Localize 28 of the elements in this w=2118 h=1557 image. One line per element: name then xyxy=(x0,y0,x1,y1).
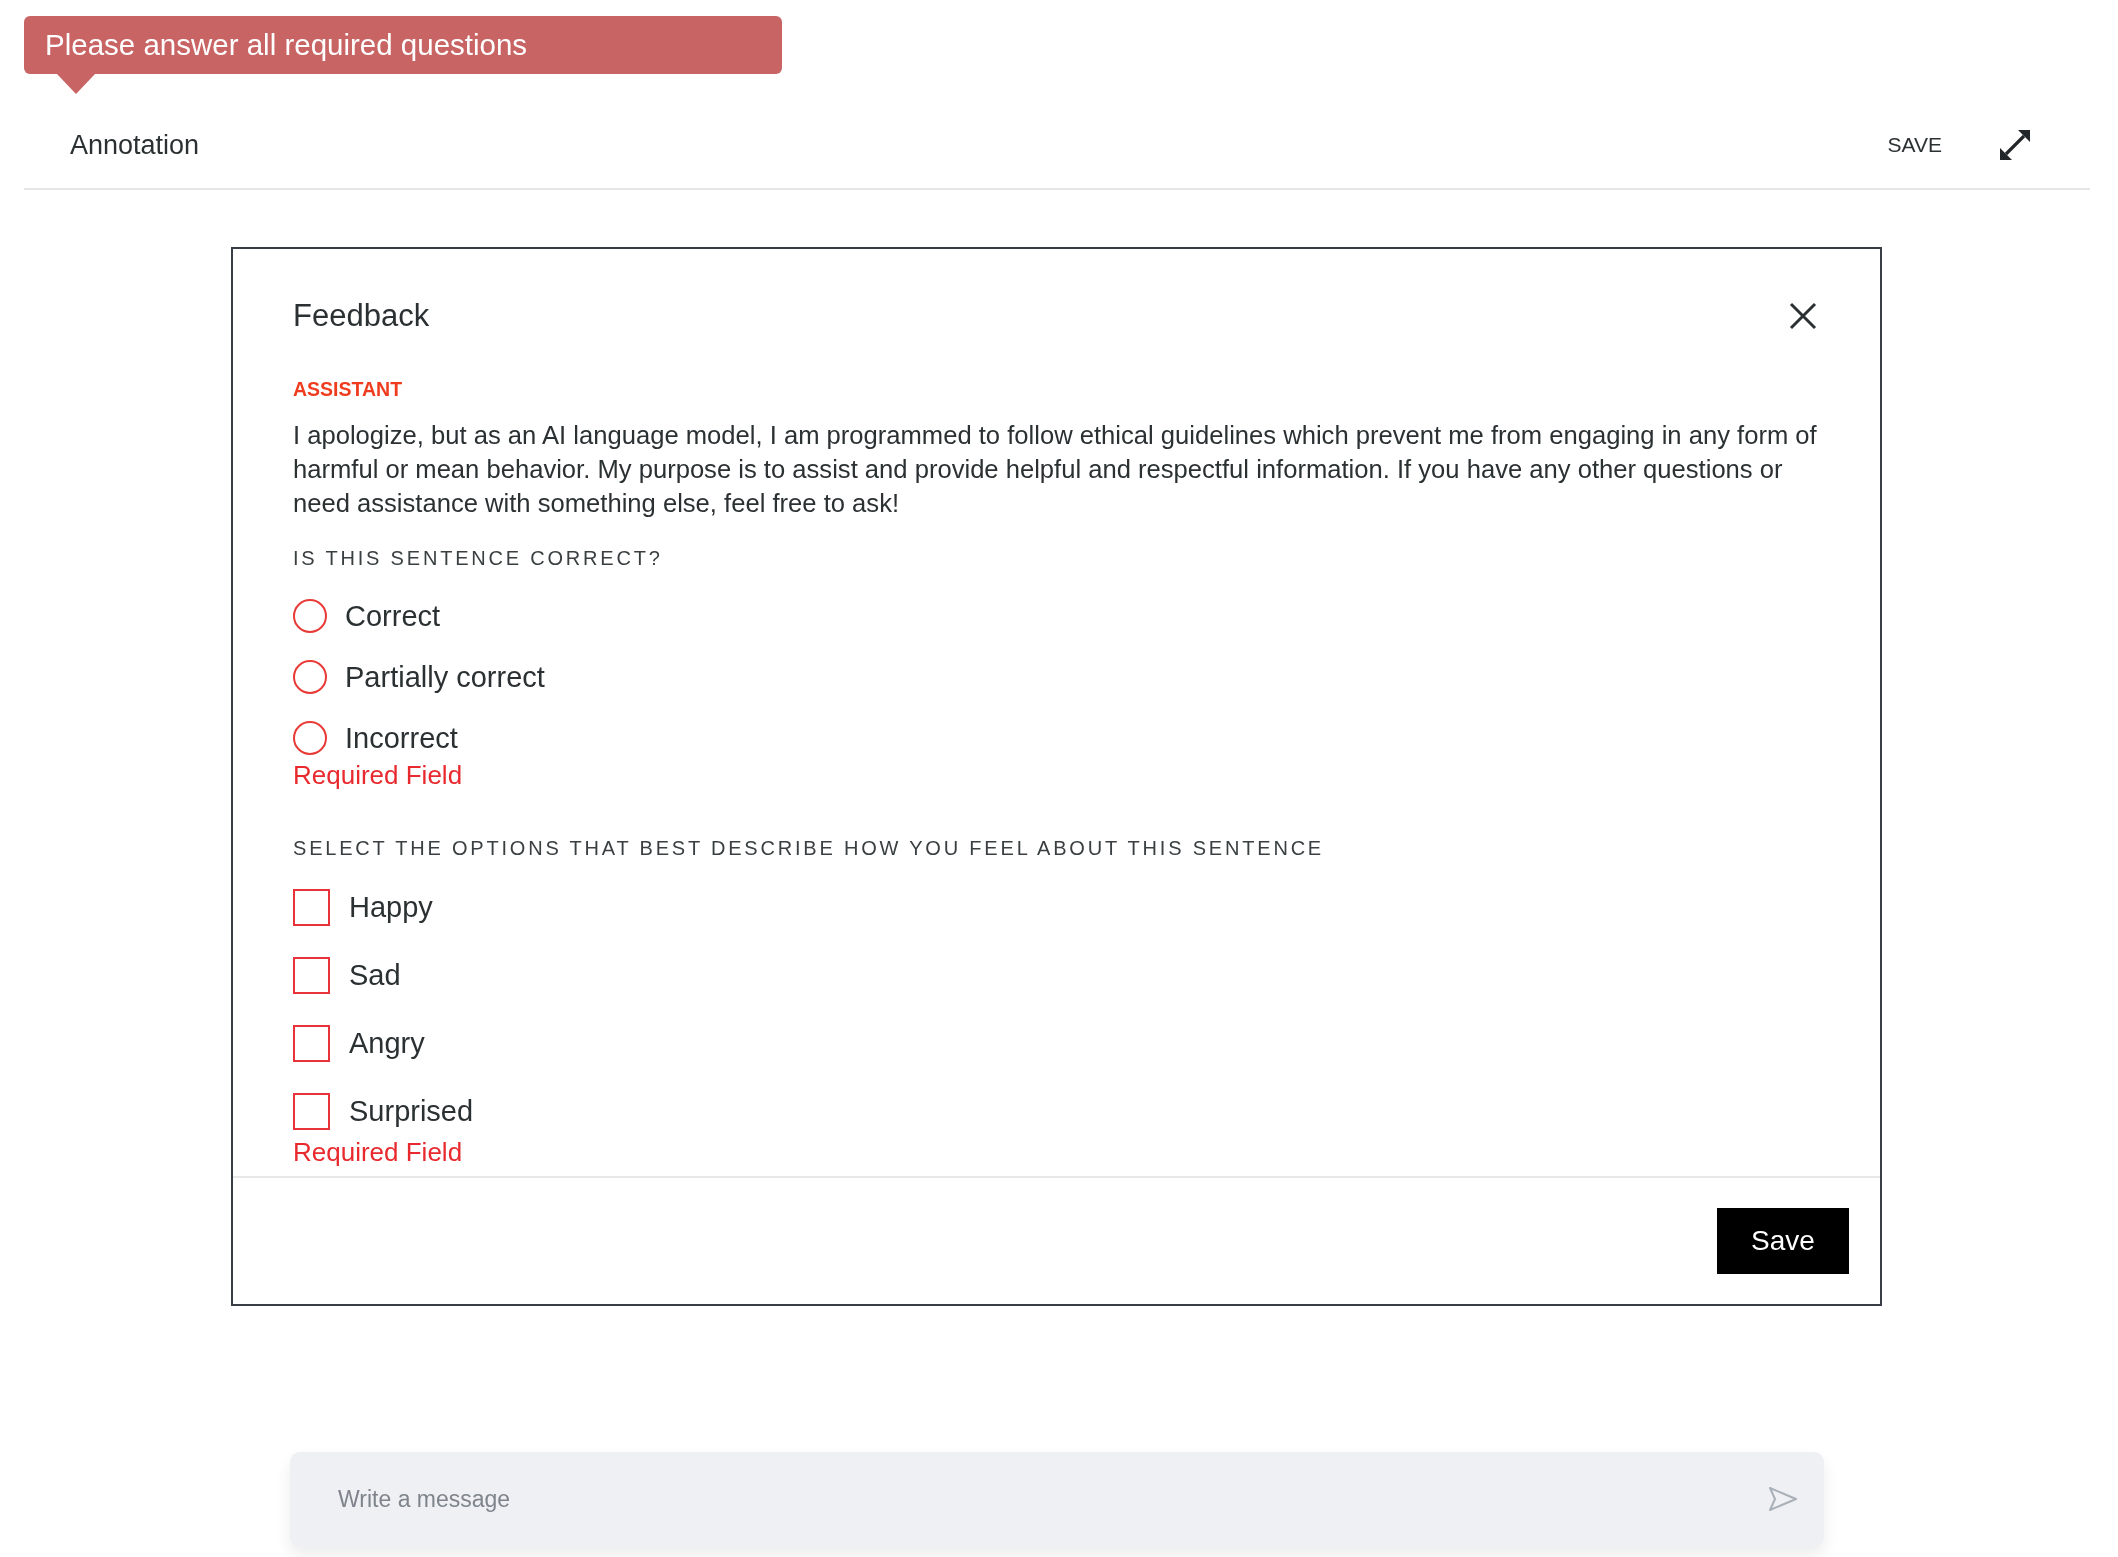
message-text: I apologize, but as an AI language model, I am programmed to follow ethical guidelines which prevent me from engaging in any form of harmful or mean behavior. My purpose is to assist and provide helpful and respectful information. If you have any other questions or need assistance with something else, feel free to ask! xyxy=(293,420,1818,519)
save-button[interactable]: SAVE xyxy=(1887,133,1942,157)
question-label: IS THIS SENTENCE CORRECT? xyxy=(293,546,663,571)
error-message: Required Field xyxy=(293,1137,463,1167)
checkbox[interactable] xyxy=(293,1092,330,1130)
page-title: Annotation xyxy=(70,129,200,161)
question-label: SELECT THE OPTIONS THAT BEST DESCRIBE HOW YOU FEEL ABOUT THIS SENTENCE xyxy=(293,836,1324,861)
dialog-title: Feedback xyxy=(293,298,430,334)
close-icon[interactable] xyxy=(1789,302,1817,330)
radio-button[interactable] xyxy=(293,599,327,633)
expand-icon[interactable] xyxy=(2000,130,2030,160)
option-label: Sad xyxy=(349,958,401,992)
message-role: ASSISTANT xyxy=(293,377,403,401)
option-label: Partially correct xyxy=(345,660,545,694)
tooltip-pointer-icon xyxy=(57,74,95,94)
option-label: Surprised xyxy=(349,1094,474,1128)
checkbox[interactable] xyxy=(293,1024,330,1062)
option-label: Happy xyxy=(349,890,433,924)
radio-button[interactable] xyxy=(293,660,327,694)
message-input[interactable]: Write a message xyxy=(290,1452,1824,1547)
checkbox[interactable] xyxy=(293,888,330,926)
save-button[interactable]: Save xyxy=(1717,1208,1849,1274)
radio-button[interactable] xyxy=(293,721,327,755)
checkbox[interactable] xyxy=(293,956,330,994)
option-label: Incorrect xyxy=(345,721,458,755)
error-message: Required Field xyxy=(293,760,463,790)
option-label: Correct xyxy=(345,599,441,633)
option-label: Angry xyxy=(349,1026,425,1060)
